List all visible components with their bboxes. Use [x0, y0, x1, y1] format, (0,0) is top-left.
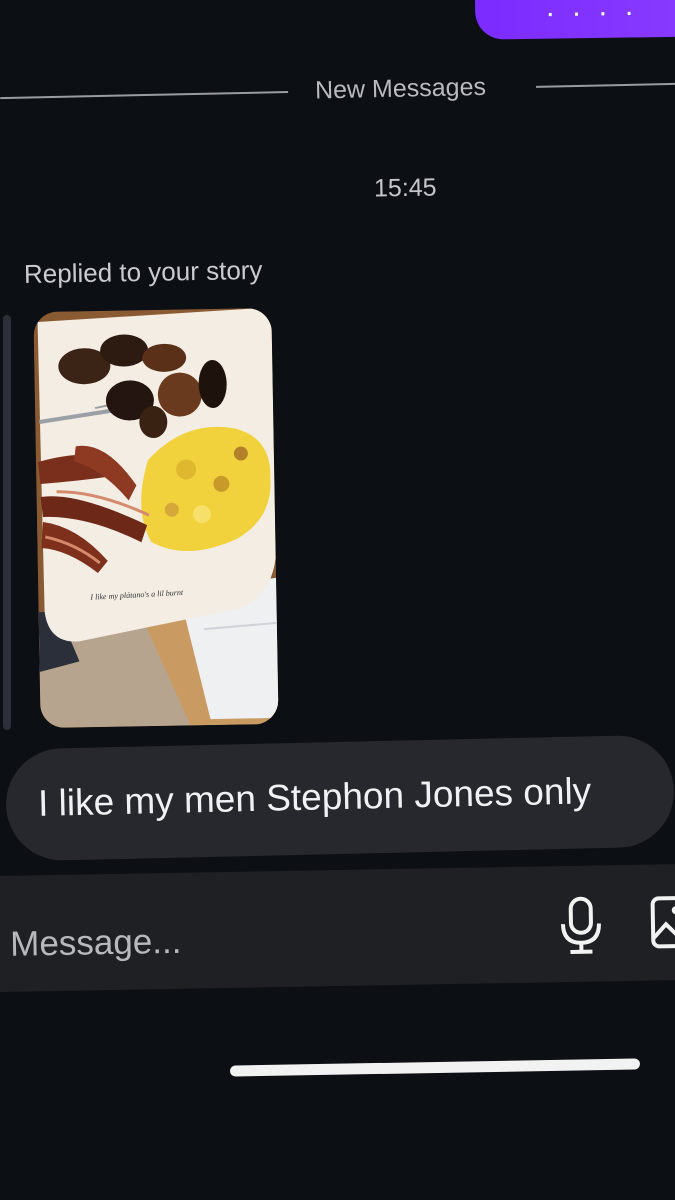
story-thumbnail[interactable]: I like my plátano's a lil burnt	[33, 307, 279, 729]
divider-line-left	[0, 91, 289, 100]
message-timestamp: 15:45	[373, 173, 437, 203]
gallery-icon[interactable]	[649, 894, 675, 953]
story-reply-caption: Replied to your story	[23, 254, 263, 289]
home-indicator[interactable]	[229, 1058, 641, 1077]
sent-message-bubble[interactable]: · · · ·	[474, 0, 675, 40]
story-image	[33, 307, 279, 729]
received-message-text: I like my men Stephon Jones only	[37, 770, 592, 824]
microphone-icon[interactable]	[557, 895, 604, 956]
new-messages-divider: New Messages	[0, 55, 675, 119]
message-composer	[0, 863, 675, 993]
dm-thread-screen: · · · · New Messages 15:45 Replied to yo…	[0, 0, 675, 1200]
divider-line-right	[536, 82, 675, 88]
message-input[interactable]	[7, 910, 533, 970]
sent-message-text-clipped: · · · ·	[544, 0, 639, 30]
reply-indicator-bar	[3, 315, 11, 730]
new-messages-label: New Messages	[314, 72, 487, 105]
received-message-bubble[interactable]: I like my men Stephon Jones only	[4, 734, 675, 862]
